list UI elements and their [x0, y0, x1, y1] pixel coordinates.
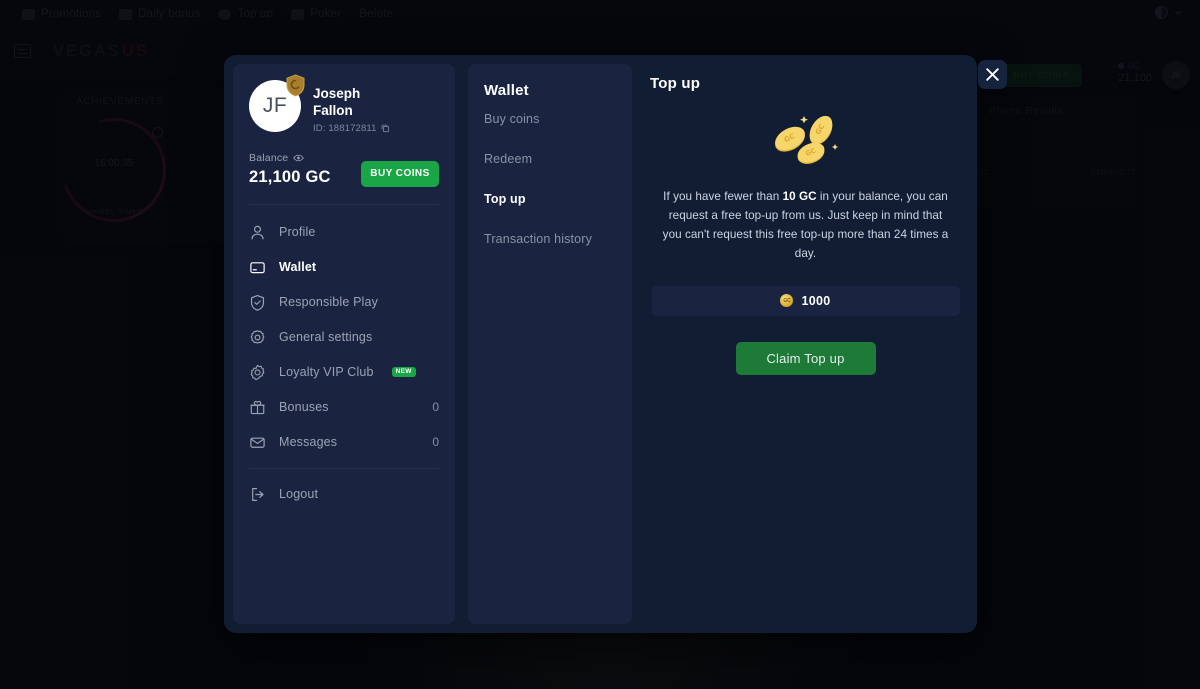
eye-icon[interactable] — [293, 154, 305, 162]
topup-desc-bold: 10 GC — [782, 190, 817, 203]
gc-coin-icon: GC — [780, 294, 794, 308]
envelope-icon — [250, 437, 265, 448]
sidebar-item-label: Loyalty VIP Club — [279, 365, 374, 380]
wallet-panel-title: Wallet — [484, 82, 529, 99]
copy-icon[interactable] — [381, 124, 390, 133]
shield-icon — [250, 294, 265, 311]
balance-value: 21,100 GC — [249, 167, 331, 186]
user-icon — [251, 225, 264, 239]
topup-panel: Top up GC GC GC If you have fewer than 1… — [632, 55, 977, 633]
sidebar-item-general-settings[interactable]: General settings — [233, 320, 455, 355]
balance-label: Balance — [249, 151, 289, 164]
gear-icon — [250, 329, 265, 344]
wallet-icon — [250, 261, 265, 273]
close-x-glyph — [986, 68, 999, 81]
sidebar-item-label: Wallet — [279, 260, 317, 275]
topup-desc-part1: If you have fewer than — [663, 190, 783, 203]
topup-description: If you have fewer than 10 GC in your bal… — [660, 188, 952, 264]
topup-amount-value: 1000 — [801, 293, 831, 308]
profile-last-name: Fallon — [313, 103, 353, 119]
claim-top-up-button[interactable]: Claim Top up — [735, 341, 876, 375]
sidebar-item-responsible-play[interactable]: Responsible Play — [233, 285, 455, 320]
sidebar-item-label: Logout — [279, 487, 319, 502]
topup-amount-field[interactable]: GC 1000 — [651, 285, 960, 316]
sidebar-item-wallet[interactable]: Wallet — [233, 250, 455, 285]
sidebar-item-logout[interactable]: Logout — [233, 477, 455, 512]
account-modal: JF Joseph Fallon ID: 188172811 Balance 2… — [224, 55, 977, 633]
wallet-item-top-up[interactable]: Top up — [468, 179, 632, 219]
sidebar-item-label: Bonuses — [279, 400, 329, 415]
buy-coins-button[interactable]: BUY COINS — [361, 160, 439, 187]
sidebar-item-count: 0 — [432, 435, 439, 450]
wallet-submenu-panel: Wallet Buy coins Redeem Top up Transacti… — [468, 64, 632, 624]
wallet-item-redeem[interactable]: Redeem — [468, 139, 632, 179]
sidebar-item-count: 0 — [432, 400, 439, 415]
sidebar-item-label: Responsible Play — [279, 295, 378, 310]
sidebar-item-label: Profile — [279, 225, 316, 240]
verified-shield-icon — [286, 74, 305, 97]
logout-icon — [252, 487, 264, 501]
topup-title: Top up — [650, 75, 701, 92]
wallet-item-buy-coins[interactable]: Buy coins — [468, 99, 632, 139]
gift-icon — [250, 400, 265, 414]
profile-first-name: Joseph — [313, 86, 361, 101]
sidebar-item-label: General settings — [279, 330, 373, 345]
wallet-item-transaction-history[interactable]: Transaction history — [468, 219, 632, 259]
sidebar-item-messages[interactable]: Messages 0 — [233, 425, 455, 460]
app-root: Promotions Daily bonus Top up Poker Belo… — [0, 0, 1200, 689]
balance-row: Balance 21,100 GC BUY COINS — [249, 152, 439, 187]
vip-icon — [250, 364, 265, 380]
sidebar-item-loyalty-vip-club[interactable]: Loyalty VIP Club NEW — [233, 355, 455, 390]
sidebar-item-label: Messages — [279, 435, 338, 450]
profile-id[interactable]: ID: 188172811 — [313, 123, 390, 134]
new-badge: NEW — [391, 366, 416, 378]
menu-divider — [249, 467, 439, 469]
sidebar-menu: Profile Wallet Responsible Play General … — [233, 205, 455, 512]
sidebar-item-bonuses[interactable]: Bonuses 0 — [233, 390, 455, 425]
balance-label-row: Balance — [249, 152, 331, 164]
sidebar-item-profile[interactable]: Profile — [233, 215, 455, 250]
account-sidebar: JF Joseph Fallon ID: 188172811 Balance 2… — [233, 64, 455, 624]
gold-coins-icon: GC GC GC — [774, 115, 838, 164]
profile-id-text: ID: 188172811 — [313, 122, 377, 134]
close-icon[interactable] — [978, 60, 1007, 89]
profile-header: JF Joseph Fallon ID: 188172811 — [233, 64, 455, 134]
